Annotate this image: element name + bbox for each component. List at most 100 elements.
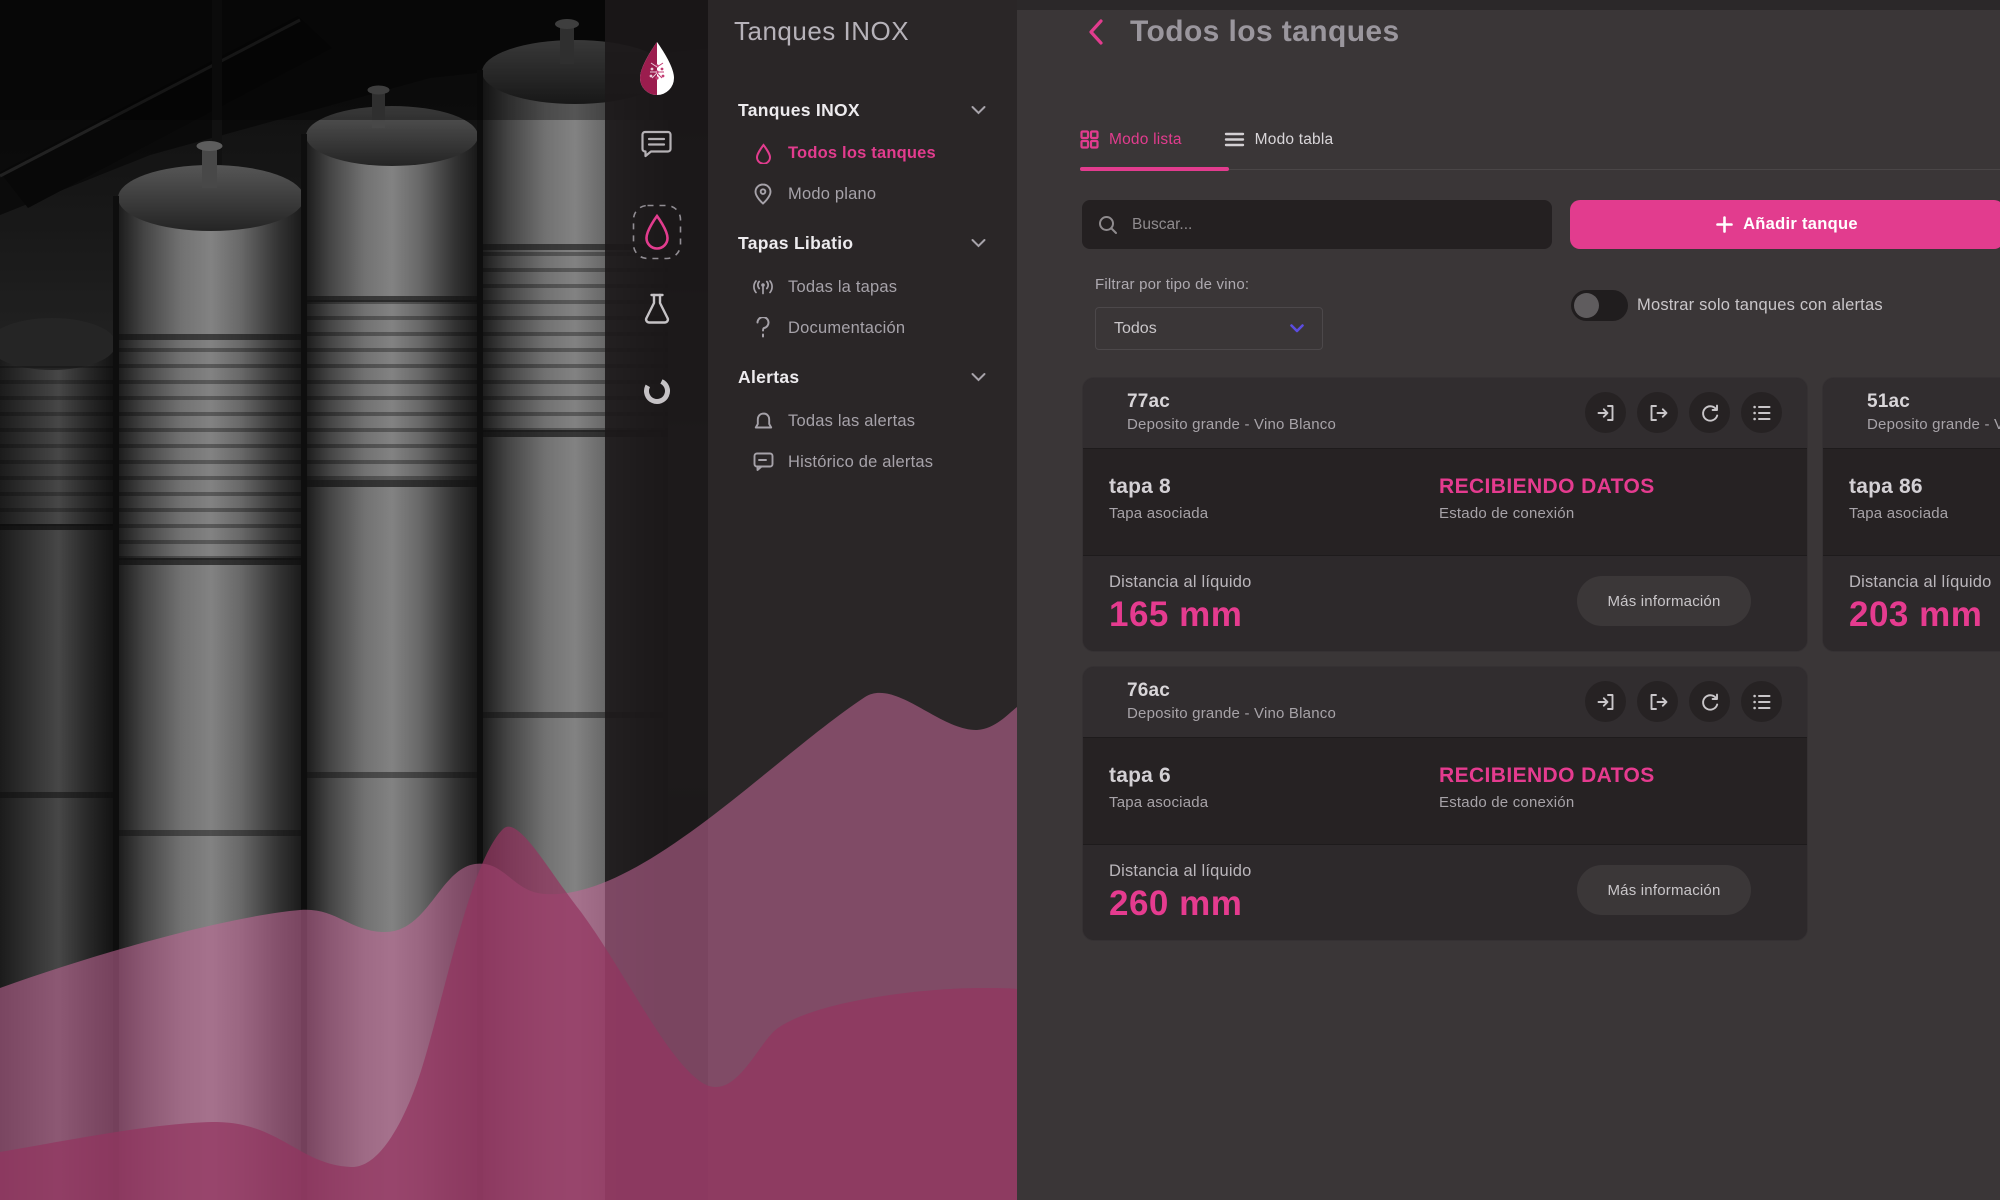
alerts-only-toggle-label: Mostrar solo tanques con alertas bbox=[1637, 296, 1883, 315]
sidebar-title: Tanques INOX bbox=[734, 16, 909, 47]
toggle-knob bbox=[1574, 293, 1599, 318]
sidebar-section-tanques[interactable]: Tanques INOX bbox=[708, 96, 1017, 124]
search-bar bbox=[1082, 200, 1552, 249]
tank-id: 51ac bbox=[1867, 391, 2000, 413]
item-label: Histórico de alertas bbox=[788, 453, 933, 472]
main-content: Todos los tanques Modo lista Modo tabla bbox=[1017, 0, 2000, 1200]
item-label: Modo plano bbox=[788, 185, 876, 204]
tapa-name: tapa 8 bbox=[1109, 475, 1439, 499]
app-logo-drop-icon[interactable] bbox=[637, 41, 677, 95]
item-label: Todas la tapas bbox=[788, 278, 897, 297]
grid-icon bbox=[1080, 130, 1099, 149]
tank-card: 76ac Deposito grande - Vino Blanco bbox=[1082, 666, 1808, 941]
connection-status-label: Estado de conexión bbox=[1439, 505, 1655, 522]
exit-tank-button[interactable] bbox=[1637, 681, 1678, 722]
tapa-label: Tapa asociada bbox=[1109, 794, 1439, 811]
section-label: Tanques INOX bbox=[738, 100, 860, 121]
add-tank-button[interactable]: Añadir tanque bbox=[1570, 200, 2000, 249]
tank-card-actions bbox=[1585, 392, 1782, 433]
refresh-spinner-icon[interactable] bbox=[642, 376, 672, 406]
signal-icon bbox=[750, 279, 776, 295]
tapa-name: tapa 86 bbox=[1849, 475, 2000, 499]
tank-card-header: 76ac Deposito grande - Vino Blanco bbox=[1083, 667, 1807, 737]
sidebar-item-todas-la-tapas[interactable]: Todas la tapas bbox=[708, 273, 1017, 301]
filter-label: Filtrar por tipo de vino: bbox=[1095, 276, 1249, 293]
item-label: Documentación bbox=[788, 319, 905, 338]
connection-status: RECIBIENDO DATOS bbox=[1439, 475, 1655, 499]
messages-icon[interactable] bbox=[641, 129, 673, 159]
app-screen: Tanques INOX Tanques INOX Todos los tanq… bbox=[0, 0, 2000, 1200]
search-icon bbox=[1098, 215, 1118, 235]
item-label: Todas las alertas bbox=[788, 412, 915, 431]
sidebar-section-alertas[interactable]: Alertas bbox=[708, 363, 1017, 391]
more-info-label: Más información bbox=[1607, 593, 1720, 610]
tank-card-status-row: tapa 6 Tapa asociada RECIBIENDO DATOS Es… bbox=[1083, 737, 1807, 844]
tapa-name: tapa 6 bbox=[1109, 764, 1439, 788]
sidebar-section-tapas[interactable]: Tapas Libatio bbox=[708, 229, 1017, 257]
sidebar-item-todas-las-alertas[interactable]: Todas las alertas bbox=[708, 407, 1017, 435]
connection-status-label: Estado de conexión bbox=[1439, 794, 1655, 811]
tank-cards-grid: 77ac Deposito grande - Vino Blanco bbox=[1082, 377, 2000, 941]
chat-square-icon bbox=[750, 452, 776, 472]
chevron-down-icon[interactable] bbox=[971, 373, 986, 382]
details-list-button[interactable] bbox=[1741, 681, 1782, 722]
section-label: Alertas bbox=[738, 367, 799, 388]
tank-card: 77ac Deposito grande - Vino Blanco bbox=[1082, 377, 1808, 652]
details-list-button[interactable] bbox=[1741, 392, 1782, 433]
more-info-button[interactable]: Más información bbox=[1577, 576, 1751, 626]
chevron-down-icon bbox=[1290, 324, 1304, 333]
connection-status: RECIBIENDO DATOS bbox=[1439, 764, 1655, 788]
sidebar-item-todos-los-tanques[interactable]: Todos los tanques bbox=[708, 139, 1017, 167]
more-info-label: Más información bbox=[1607, 882, 1720, 899]
tank-card-measure-row: Distancia al líquido 260 mm Más informac… bbox=[1083, 844, 1807, 940]
more-info-button[interactable]: Más información bbox=[1577, 865, 1751, 915]
tab-modo-tabla[interactable]: Modo tabla bbox=[1224, 130, 1334, 149]
tank-card-measure-row: Distancia al líquido 165 mm Más informac… bbox=[1083, 555, 1807, 651]
wine-type-dropdown[interactable]: Todos bbox=[1095, 307, 1323, 350]
view-mode-tabs: Modo lista Modo tabla bbox=[1080, 130, 1333, 149]
chevron-down-icon[interactable] bbox=[971, 106, 986, 115]
sync-button[interactable] bbox=[1689, 681, 1730, 722]
bell-icon bbox=[750, 411, 776, 432]
tanks-drop-icon-selected[interactable] bbox=[632, 204, 682, 260]
flask-icon[interactable] bbox=[642, 292, 672, 324]
tank-subtitle: Deposito grande - Vino Blanco bbox=[1867, 416, 2000, 433]
search-input[interactable] bbox=[1130, 215, 1536, 235]
plus-icon bbox=[1716, 216, 1733, 233]
tank-card-status-row: tapa 8 Tapa asociada RECIBIENDO DATOS Es… bbox=[1083, 448, 1807, 555]
active-tab-underline bbox=[1080, 167, 1229, 171]
map-pin-icon bbox=[750, 183, 776, 205]
tank-card-measure-row: Distancia al líquido 203 mm Más informac… bbox=[1823, 555, 2000, 651]
tank-card-header: 77ac Deposito grande - Vino Blanco bbox=[1083, 378, 1807, 448]
sidebar-item-historico-de-alertas[interactable]: Histórico de alertas bbox=[708, 448, 1017, 476]
sidebar: Tanques INOX Tanques INOX Todos los tanq… bbox=[708, 0, 1017, 1200]
alerts-only-toggle[interactable] bbox=[1571, 290, 1628, 321]
sidebar-item-modo-plano[interactable]: Modo plano bbox=[708, 180, 1017, 208]
page-title: Todos los tanques bbox=[1130, 15, 1400, 49]
distance-value: 203 mm bbox=[1849, 595, 2000, 635]
tank-card-header: 51ac Deposito grande - Vino Blanco bbox=[1823, 378, 2000, 448]
enter-tank-button[interactable] bbox=[1585, 681, 1626, 722]
list-icon bbox=[1224, 132, 1245, 147]
sync-button[interactable] bbox=[1689, 392, 1730, 433]
back-button[interactable] bbox=[1085, 17, 1107, 47]
distance-label: Distancia al líquido bbox=[1849, 573, 2000, 592]
chevron-down-icon[interactable] bbox=[971, 239, 986, 248]
enter-tank-button[interactable] bbox=[1585, 392, 1626, 433]
sidebar-item-documentacion[interactable]: Documentación bbox=[708, 314, 1017, 342]
tab-label: Modo tabla bbox=[1255, 131, 1334, 149]
dropdown-value: Todos bbox=[1114, 320, 1290, 338]
item-label: Todos los tanques bbox=[788, 144, 936, 163]
question-icon bbox=[750, 317, 776, 339]
tank-card: 51ac Deposito grande - Vino Blanco bbox=[1822, 377, 2000, 652]
tab-modo-lista[interactable]: Modo lista bbox=[1080, 130, 1182, 149]
winery-tanks-photo bbox=[0, 0, 710, 1200]
tab-label: Modo lista bbox=[1109, 131, 1182, 149]
icon-rail bbox=[605, 0, 708, 1200]
exit-tank-button[interactable] bbox=[1637, 392, 1678, 433]
tank-card-status-row: tapa 86 Tapa asociada RECIBIENDO DATOS E… bbox=[1823, 448, 2000, 555]
tank-card-actions bbox=[1585, 681, 1782, 722]
add-tank-label: Añadir tanque bbox=[1743, 215, 1858, 234]
section-label: Tapas Libatio bbox=[738, 233, 853, 254]
drop-icon bbox=[750, 143, 776, 164]
